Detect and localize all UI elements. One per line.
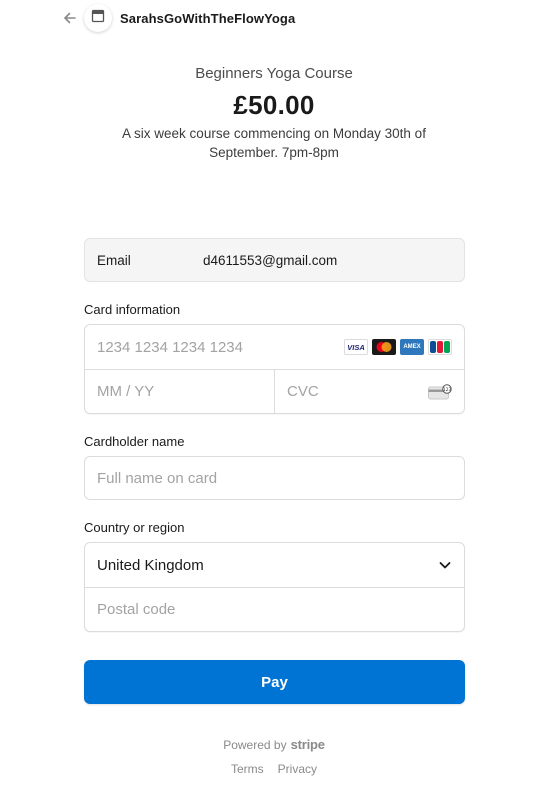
cardholder-name-field [84, 456, 465, 500]
powered-by-text: Powered by [223, 738, 287, 752]
card-information-label: Card information [84, 302, 181, 317]
cvc-card-icon: 123 [428, 384, 452, 405]
postal-code-input[interactable] [97, 601, 452, 618]
order-summary: Beginners Yoga Course £50.00 A six week … [0, 64, 548, 162]
product-description: A six week course commencing on Monday 3… [122, 126, 426, 160]
cardholder-name-label: Cardholder name [84, 434, 185, 449]
terms-link[interactable]: Terms [231, 762, 264, 776]
email-label: Email [97, 252, 131, 268]
email-field: Email d4611553@gmail.com [84, 238, 465, 282]
chevron-down-icon [438, 558, 452, 572]
privacy-link[interactable]: Privacy [278, 762, 317, 776]
amex-icon: AMEX [400, 339, 424, 355]
payment-form: Email d4611553@gmail.com Card informatio… [84, 238, 465, 704]
cardholder-name-input[interactable] [97, 469, 452, 487]
card-brands: VISA AMEX [344, 339, 452, 355]
merchant-name[interactable]: SarahsGoWithTheFlowYoga [120, 11, 295, 26]
jcb-icon [428, 339, 452, 355]
country-group: United Kingdom [84, 542, 465, 632]
powered-by[interactable]: Powered by stripe [223, 737, 325, 752]
store-logo[interactable] [84, 4, 112, 32]
store-icon [91, 9, 105, 28]
back-arrow-icon[interactable] [62, 10, 78, 26]
expiry-input[interactable] [97, 383, 262, 400]
card-information-group: VISA AMEX 123 [84, 324, 465, 414]
svg-text:123: 123 [443, 387, 452, 393]
footer: Powered by stripe Terms Privacy [0, 737, 548, 776]
stripe-logo: stripe [290, 737, 325, 752]
email-value: d4611553@gmail.com [203, 252, 338, 268]
visa-icon: VISA [344, 339, 368, 355]
top-bar: SarahsGoWithTheFlowYoga [0, 0, 548, 36]
pay-button[interactable]: Pay [84, 660, 465, 704]
footer-links: Terms Privacy [0, 762, 548, 776]
product-price: £50.00 [233, 90, 315, 120]
product-name: Beginners Yoga Course [195, 65, 353, 82]
mastercard-icon [372, 339, 396, 355]
country-label: Country or region [84, 520, 185, 535]
country-select[interactable]: United Kingdom [85, 543, 464, 587]
country-selected: United Kingdom [97, 556, 204, 574]
